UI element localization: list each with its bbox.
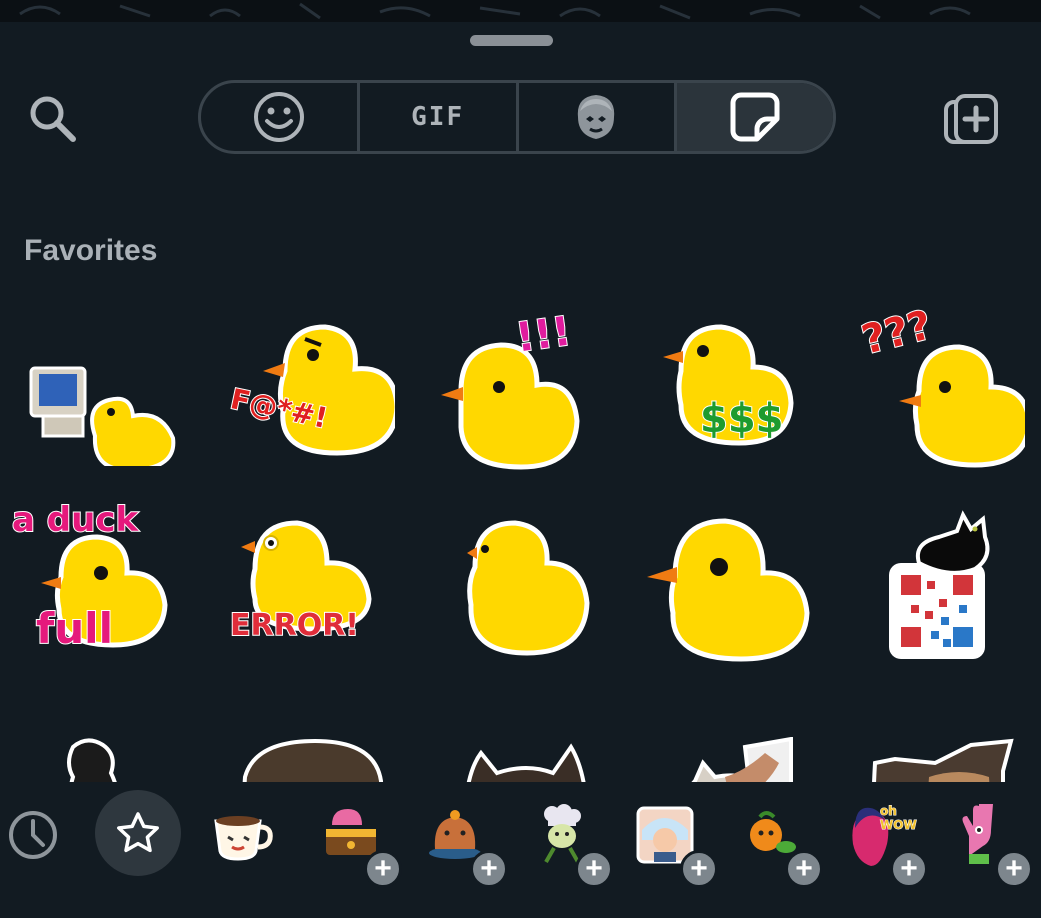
tab-gif[interactable]: GIF xyxy=(360,83,519,151)
avatar-icon xyxy=(578,95,615,139)
search-icon xyxy=(30,96,76,142)
add-sticker-icon xyxy=(944,94,998,144)
sticker-cat-qr-code[interactable] xyxy=(840,492,1040,682)
pack-oh-wow[interactable]: oh WOW + xyxy=(830,790,928,888)
sticker-duck-plain[interactable] xyxy=(420,492,620,682)
sticker-duck-a-duck-full[interactable]: a duck full xyxy=(0,492,200,682)
tab-avatar[interactable] xyxy=(519,83,678,151)
sticker-calico-cat-frown[interactable] xyxy=(840,692,1040,782)
sticker-duck-computer[interactable] xyxy=(0,296,200,486)
panel-tabs: GIF xyxy=(198,80,836,154)
section-title-favorites: Favorites xyxy=(24,234,158,267)
sticker-grid: F@*#! !!! $$$ ??? a duck full ERROR! xyxy=(0,296,1041,782)
pack-chef[interactable]: + xyxy=(515,790,613,888)
pack-treasure-chest[interactable]: + xyxy=(304,790,402,888)
search-button[interactable] xyxy=(22,88,84,150)
sticker-duck-money[interactable]: $$$ xyxy=(630,296,830,486)
emoji-icon xyxy=(253,92,304,142)
sticker-duck-swear[interactable]: F@*#! xyxy=(210,296,410,486)
sticker-caption-bottom: full xyxy=(35,603,114,654)
sticker-black-dog[interactable] xyxy=(0,692,200,782)
add-pack-button[interactable]: + xyxy=(470,850,508,888)
add-pack-button[interactable]: + xyxy=(575,850,613,888)
pack-caption: oh WOW xyxy=(880,804,918,833)
sticker-cat-petted[interactable] xyxy=(630,692,830,782)
pack-recent[interactable] xyxy=(0,790,78,880)
gif-label: GIF xyxy=(411,102,465,132)
sticker-icon xyxy=(730,92,780,142)
pack-hand[interactable]: + xyxy=(935,790,1033,888)
clock-icon xyxy=(9,811,57,859)
add-pack-button[interactable]: + xyxy=(364,850,402,888)
sticker-caption: $$$ xyxy=(699,395,784,443)
sticker-duck-error[interactable]: ERROR! xyxy=(210,492,410,682)
sticker-caption-top: a duck xyxy=(11,499,139,541)
sticker-duck-exclaim[interactable]: !!! xyxy=(420,296,620,486)
add-pack-button[interactable]: + xyxy=(680,850,718,888)
sticker-caption: !!! xyxy=(512,307,575,362)
sticker-duck-question[interactable]: ??? xyxy=(840,296,1040,486)
add-pack-button[interactable]: + xyxy=(995,850,1033,888)
tab-stickers[interactable] xyxy=(677,83,833,151)
sticker-caption: ERROR! xyxy=(229,607,360,644)
add-pack-button[interactable]: + xyxy=(890,850,928,888)
star-icon xyxy=(117,812,159,853)
tab-emoji[interactable] xyxy=(201,83,360,151)
add-pack-button[interactable]: + xyxy=(785,850,823,888)
pack-fruit[interactable]: + xyxy=(725,790,823,888)
pack-favorites[interactable] xyxy=(95,790,181,876)
create-sticker-button[interactable] xyxy=(938,88,1004,154)
drag-handle[interactable] xyxy=(470,35,553,46)
sticker-calico-cat-face[interactable] xyxy=(420,692,620,782)
chat-wallpaper-strip xyxy=(0,0,1041,22)
sticker-calico-cat-lying[interactable] xyxy=(210,692,410,782)
sticker-duck-large[interactable] xyxy=(630,492,830,682)
pack-photo[interactable]: + xyxy=(620,790,718,888)
pack-coffee-cup[interactable] xyxy=(198,790,288,880)
pack-capybara[interactable]: + xyxy=(410,790,508,888)
